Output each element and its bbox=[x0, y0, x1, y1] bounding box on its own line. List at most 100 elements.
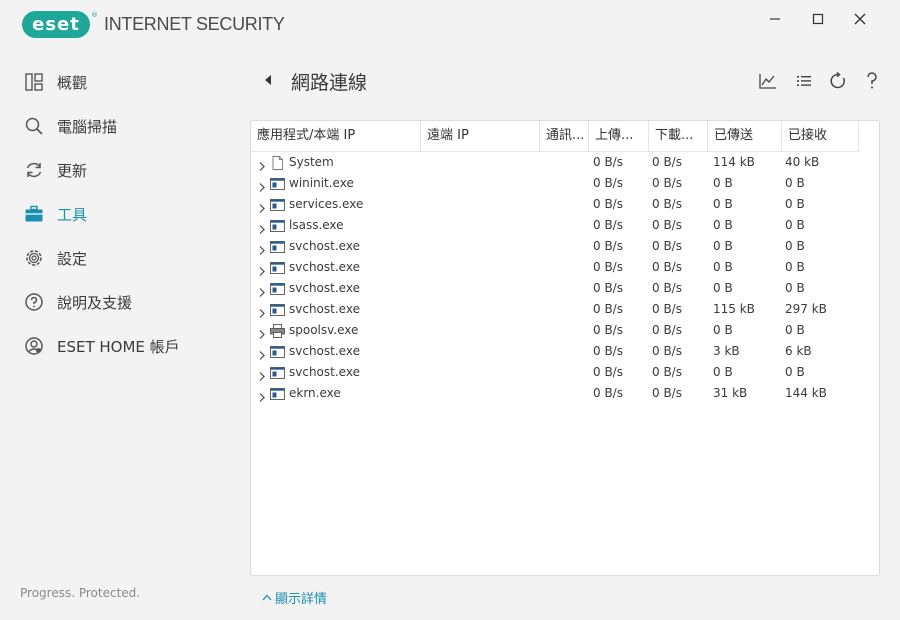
sidebar-item-update[interactable]: 更新 bbox=[0, 148, 240, 192]
upload-rate: 0 B/s bbox=[593, 260, 623, 274]
process-name: spoolsv.exe bbox=[289, 323, 359, 337]
refresh-icon bbox=[830, 72, 845, 89]
bytes-sent: 31 kB bbox=[713, 386, 748, 400]
bytes-received: 0 B bbox=[785, 197, 805, 211]
expand-chevron-icon[interactable] bbox=[258, 388, 266, 402]
expand-chevron-icon[interactable] bbox=[258, 346, 266, 360]
table-row[interactable]: svchost.exe 0 B/s 0 B/s 115 kB 297 kB bbox=[251, 299, 859, 320]
refresh-button[interactable] bbox=[827, 70, 849, 92]
download-rate: 0 B/s bbox=[652, 365, 682, 379]
expand-chevron-icon[interactable] bbox=[258, 325, 266, 339]
column-header-received[interactable]: 已接收 bbox=[782, 121, 859, 152]
expand-chevron-icon[interactable] bbox=[258, 241, 266, 255]
download-rate: 0 B/s bbox=[652, 218, 682, 232]
download-rate: 0 B/s bbox=[652, 281, 682, 295]
table-row[interactable]: ekrn.exe 0 B/s 0 B/s 31 kB 144 kB bbox=[251, 383, 859, 404]
upload-rate: 0 B/s bbox=[593, 302, 623, 316]
download-rate: 0 B/s bbox=[652, 176, 682, 190]
upload-rate: 0 B/s bbox=[593, 386, 623, 400]
sidebar-item-settings[interactable]: 設定 bbox=[0, 236, 240, 280]
sidebar-item-computer-scan[interactable]: 電腦掃描 bbox=[0, 104, 240, 148]
logo-registered-mark: ® bbox=[91, 11, 98, 19]
back-arrow-icon bbox=[265, 75, 271, 85]
expand-chevron-icon[interactable] bbox=[258, 304, 266, 318]
question-mark-icon bbox=[867, 72, 877, 89]
table-row[interactable]: svchost.exe 0 B/s 0 B/s 0 B 0 B bbox=[251, 278, 859, 299]
process-name: svchost.exe bbox=[289, 302, 360, 316]
minimize-button[interactable] bbox=[764, 8, 786, 30]
column-header-sent[interactable]: 已傳送 bbox=[708, 121, 782, 152]
close-button[interactable] bbox=[849, 8, 871, 30]
table-row[interactable]: services.exe 0 B/s 0 B/s 0 B 0 B bbox=[251, 194, 859, 215]
column-header-download[interactable]: 下載... bbox=[649, 121, 708, 152]
bytes-sent: 0 B bbox=[713, 281, 733, 295]
expand-chevron-icon[interactable] bbox=[258, 157, 266, 171]
bytes-received: 297 kB bbox=[785, 302, 827, 316]
list-view-button[interactable] bbox=[793, 70, 815, 92]
column-header-remote-ip[interactable]: 遠端 IP bbox=[421, 121, 540, 152]
download-rate: 0 B/s bbox=[652, 302, 682, 316]
logo-badge: eset bbox=[22, 11, 90, 38]
table-row[interactable]: wininit.exe 0 B/s 0 B/s 0 B 0 B bbox=[251, 173, 859, 194]
expand-chevron-icon[interactable] bbox=[258, 199, 266, 213]
bytes-received: 40 kB bbox=[785, 155, 820, 169]
chevron-up-icon bbox=[262, 594, 272, 601]
download-rate: 0 B/s bbox=[652, 323, 682, 337]
sidebar-item-help-support[interactable]: 說明及支援 bbox=[0, 280, 240, 324]
bytes-received: 0 B bbox=[785, 218, 805, 232]
sidebar-item-eset-home[interactable]: ESET HOME 帳戶 bbox=[0, 324, 240, 368]
table-row[interactable]: svchost.exe 0 B/s 0 B/s 0 B 0 B bbox=[251, 362, 859, 383]
expand-chevron-icon[interactable] bbox=[258, 283, 266, 297]
upload-rate: 0 B/s bbox=[593, 239, 623, 253]
application-window-icon bbox=[270, 239, 285, 253]
expand-chevron-icon[interactable] bbox=[258, 178, 266, 192]
bytes-sent: 0 B bbox=[713, 176, 733, 190]
printer-icon bbox=[270, 323, 285, 338]
process-name: svchost.exe bbox=[289, 260, 360, 274]
column-header-app-local-ip[interactable]: 應用程式/本端 IP bbox=[251, 121, 421, 152]
table-row[interactable]: spoolsv.exe 0 B/s 0 B/s 0 B 0 B bbox=[251, 320, 859, 341]
gear-icon bbox=[24, 248, 44, 268]
process-name: svchost.exe bbox=[289, 239, 360, 253]
process-name: lsass.exe bbox=[289, 218, 344, 232]
upload-rate: 0 B/s bbox=[593, 155, 623, 169]
bytes-received: 0 B bbox=[785, 281, 805, 295]
back-button[interactable] bbox=[262, 72, 274, 88]
help-button[interactable] bbox=[861, 70, 883, 92]
graph-button[interactable] bbox=[757, 70, 779, 92]
bytes-received: 0 B bbox=[785, 323, 805, 337]
table-row[interactable]: svchost.exe 0 B/s 0 B/s 0 B 0 B bbox=[251, 257, 859, 278]
refresh-icon bbox=[24, 160, 44, 180]
sidebar-item-tools[interactable]: 工具 bbox=[0, 192, 240, 236]
application-window-icon bbox=[270, 365, 285, 379]
expand-chevron-icon[interactable] bbox=[258, 220, 266, 234]
expand-chevron-icon[interactable] bbox=[258, 262, 266, 276]
table-row[interactable]: svchost.exe 0 B/s 0 B/s 3 kB 6 kB bbox=[251, 341, 859, 362]
column-header-protocol[interactable]: 通訊... bbox=[540, 121, 589, 152]
application-window-icon bbox=[270, 302, 285, 316]
table-row[interactable]: lsass.exe 0 B/s 0 B/s 0 B 0 B bbox=[251, 215, 859, 236]
maximize-button[interactable] bbox=[807, 8, 829, 30]
upload-rate: 0 B/s bbox=[593, 176, 623, 190]
table-row[interactable]: System 0 B/s 0 B/s 114 kB 40 kB bbox=[251, 152, 859, 173]
overview-icon bbox=[24, 72, 44, 92]
expand-chevron-icon[interactable] bbox=[258, 367, 266, 381]
application-window-icon bbox=[270, 386, 285, 400]
application-window-icon bbox=[270, 176, 285, 190]
table-row[interactable]: svchost.exe 0 B/s 0 B/s 0 B 0 B bbox=[251, 236, 859, 257]
process-name: ekrn.exe bbox=[289, 386, 341, 400]
tagline: Progress. Protected. bbox=[20, 586, 141, 600]
bytes-sent: 0 B bbox=[713, 323, 733, 337]
download-rate: 0 B/s bbox=[652, 197, 682, 211]
column-header-upload[interactable]: 上傳... bbox=[589, 121, 649, 152]
page-header: 網路連線 bbox=[250, 60, 890, 100]
upload-rate: 0 B/s bbox=[593, 344, 623, 358]
sidebar-item-overview[interactable]: 概觀 bbox=[0, 60, 240, 104]
list-icon bbox=[797, 76, 811, 86]
show-details-link[interactable]: 顯示詳情 bbox=[262, 588, 327, 607]
application-window-icon bbox=[270, 344, 285, 358]
bytes-sent: 0 B bbox=[713, 218, 733, 232]
sidebar-item-label: 工具 bbox=[57, 205, 88, 224]
process-name: svchost.exe bbox=[289, 365, 360, 379]
bytes-received: 6 kB bbox=[785, 344, 812, 358]
